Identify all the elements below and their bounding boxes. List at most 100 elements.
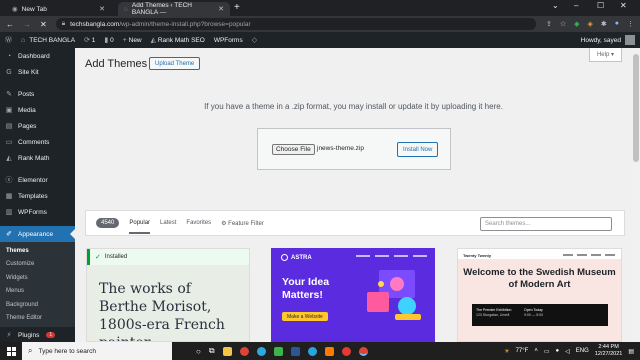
scroll-thumb[interactable] [633, 54, 639, 162]
sidebar-item-media[interactable]: ▣ Media [0, 102, 75, 118]
diamond-icon[interactable]: ◇ [252, 36, 257, 44]
word-icon[interactable] [290, 346, 300, 356]
sidebar-item-rank-math[interactable]: ◭ Rank Math [0, 150, 75, 166]
tab-popular[interactable]: Popular [129, 220, 151, 234]
page-title: Add Themes [85, 58, 148, 70]
mic-icon[interactable]: ● [556, 348, 560, 354]
notification-icon[interactable]: ▤ [628, 348, 634, 355]
recorder-icon[interactable] [341, 346, 351, 356]
feature-filter-label: Feature Filter [228, 220, 264, 227]
extension-icon[interactable]: ◆ [574, 20, 579, 28]
upload-theme-button[interactable]: Upload Theme [149, 57, 201, 70]
new-content-link[interactable]: + New [123, 37, 142, 44]
puzzle-icon[interactable]: ✱ [601, 20, 607, 28]
main-content: Add Themes Upload Theme Help ▾ If you ha… [75, 48, 632, 342]
clock-time: 2:44 PM [598, 344, 619, 350]
astra-illustration [367, 270, 421, 320]
address-bar[interactable]: 🔒︎ techsbangla.com/wp-admin/theme-instal… [55, 18, 536, 30]
templates-icon: ▦ [5, 193, 13, 200]
star-icon[interactable]: ☆ [560, 20, 566, 28]
tab-label: New Tab [21, 5, 47, 13]
sidebar-item-site-kit[interactable]: G Site Kit [0, 64, 75, 80]
dashboard-icon: ◔ [6, 52, 12, 60]
sidebar-item-label: Pages [18, 122, 37, 130]
search-themes-input[interactable]: Search themes... [480, 217, 612, 231]
forward-icon[interactable]: → [23, 20, 31, 29]
menu-icon[interactable]: ⋮ [627, 20, 634, 28]
sidebar-item-posts[interactable]: ✎ Posts [0, 86, 75, 102]
howdy-link[interactable]: Howdy, sayed [581, 37, 621, 44]
stop-icon[interactable]: ✕ [40, 20, 47, 29]
choose-file-button[interactable]: Choose File [272, 144, 315, 155]
start-button[interactable] [0, 342, 22, 360]
shield-icon[interactable]: ◈ [588, 20, 593, 28]
sidebar-item-elementor[interactable]: ⓔ Elementor [0, 172, 75, 188]
chevron-up-icon[interactable]: ˄ [534, 348, 538, 354]
volume-icon[interactable]: ◁ [565, 348, 570, 355]
close-window-button[interactable]: ✕ [620, 1, 627, 10]
submenu-customize[interactable]: Customize [0, 258, 75, 272]
wordpress-logo-icon[interactable]: Ⓦ [5, 35, 12, 45]
tab-favorites[interactable]: Favorites [186, 220, 211, 226]
submenu-theme-editor[interactable]: Theme Editor [0, 312, 75, 326]
sidebar-item-templates[interactable]: ▦ Templates [0, 188, 75, 204]
task-view-icon[interactable]: ⧉ [209, 346, 215, 356]
close-icon[interactable]: ✕ [99, 5, 105, 13]
weather-icon[interactable]: ☀ [504, 348, 509, 355]
submenu-themes[interactable]: Themes [0, 244, 75, 258]
back-icon[interactable]: ← [6, 20, 14, 29]
sidebar-item-wpforms[interactable]: ▥ WPForms [0, 204, 75, 220]
minimize-button[interactable]: – [574, 1, 578, 10]
sidebar-item-plugins[interactable]: ⚡︎ Plugins 1 [0, 327, 75, 343]
page-scrollbar[interactable] [632, 48, 640, 342]
comment-icon: ▮ [104, 37, 109, 44]
submenu-menus[interactable]: Menus [0, 285, 75, 299]
rankmath-link[interactable]: ◭ Rank Math SEO [151, 36, 205, 44]
avatar[interactable] [625, 35, 635, 45]
wpforms-link[interactable]: WPForms [214, 37, 243, 44]
sidebar-item-pages[interactable]: ▤ Pages [0, 118, 75, 134]
tab-search-icon[interactable]: ⌄ [552, 1, 559, 10]
updates-icon: ⟳ [84, 37, 90, 44]
tab-add-themes[interactable]: ◌ Add Themes ‹ TECH BANGLA — ✕ [118, 2, 230, 16]
new-tab-button[interactable]: + [234, 2, 240, 13]
theme-card-twenty-twenty[interactable]: Twenty Twenty Welcome to the Swedish Mus… [457, 248, 622, 342]
tab-latest[interactable]: Latest [160, 220, 176, 226]
theme-card-installed[interactable]: ✓ Installed The works of Berthe Morisot,… [86, 248, 250, 342]
app-icon[interactable] [324, 346, 334, 356]
updates-link[interactable]: ⟳ 1 [84, 36, 95, 44]
weather-temp[interactable]: 77°F [516, 348, 529, 354]
camtasia-icon[interactable] [273, 346, 283, 356]
clock[interactable]: 2:44 PM 12/27/2021 [595, 344, 623, 358]
explorer-icon[interactable] [222, 346, 232, 356]
theme-count-badge: 4540 [96, 218, 120, 228]
telegram-icon[interactable] [307, 346, 317, 356]
submenu-background[interactable]: Background [0, 298, 75, 312]
close-icon[interactable]: ✕ [218, 5, 224, 13]
sidebar-item-label: Elementor [18, 176, 48, 184]
chrome-taskbar-icon[interactable] [239, 346, 249, 356]
sidebar-item-dashboard[interactable]: ◔ Dashboard [0, 48, 75, 64]
maximize-button[interactable]: ☐ [597, 1, 604, 10]
sidebar-item-appearance[interactable]: ✐ Appearance [0, 226, 75, 242]
share-icon[interactable]: ⇪ [546, 20, 552, 28]
site-name-link[interactable]: TECH BANGLA [29, 37, 75, 44]
tt-info-title: The Premier Exhibition [476, 308, 512, 312]
astra-nav [356, 255, 427, 257]
comments-link[interactable]: ▮ 0 [104, 36, 113, 44]
network-icon[interactable]: ▭ [544, 348, 550, 355]
help-tab-button[interactable]: Help ▾ [588, 48, 622, 62]
theme-card-astra[interactable]: ASTRA Your Idea Matters! Make a Website [271, 248, 435, 342]
tab-new-tab[interactable]: ◉ New Tab ✕ [6, 2, 111, 16]
profile-icon[interactable]: ● [615, 20, 619, 28]
cortana-icon[interactable]: ○ [196, 347, 201, 356]
language-indicator[interactable]: ENG [576, 348, 589, 354]
taskbar-search[interactable]: ⌕ Type here to search [22, 342, 172, 360]
feature-filter-button[interactable]: ⚙ Feature Filter [221, 220, 264, 227]
install-now-button[interactable]: Install Now [397, 142, 439, 157]
appearance-submenu: Themes Customize Widgets Menus Backgroun… [0, 242, 75, 327]
chrome-active-icon[interactable] [358, 346, 368, 356]
sidebar-item-comments[interactable]: ▭ Comments [0, 134, 75, 150]
edge-icon[interactable] [256, 346, 266, 356]
submenu-widgets[interactable]: Widgets [0, 271, 75, 285]
